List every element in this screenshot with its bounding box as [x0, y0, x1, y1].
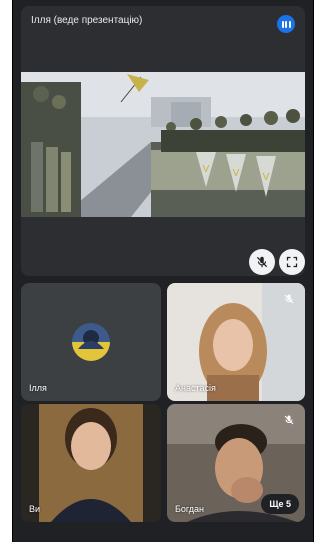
presentation-tile[interactable]: Ілля (веде презентацію) V V V	[21, 6, 305, 276]
participant-tile-anastasiia[interactable]: Анастасія	[167, 283, 305, 401]
participant-name: Ви	[29, 504, 41, 514]
presenter-name: Ілля (веде презентацію)	[31, 15, 143, 26]
mute-presenter-button[interactable]	[249, 249, 275, 275]
avatar	[72, 323, 110, 361]
shared-screen-image: V V V	[21, 72, 305, 217]
participant-video	[21, 404, 161, 522]
participant-name: Анастасія	[175, 383, 216, 393]
svg-text:V: V	[263, 172, 270, 183]
mic-off-icon	[256, 256, 268, 268]
meeting-grid: Ілля (веде презентацію) V V V Ілля Анаст…	[12, 0, 314, 542]
mic-off-icon	[281, 291, 297, 307]
svg-text:V: V	[233, 168, 240, 179]
fullscreen-icon	[286, 256, 298, 268]
mic-off-icon	[281, 412, 297, 428]
participant-name: Богдан	[175, 504, 205, 514]
participant-tile-bohdan[interactable]: Богдан Ще 5	[167, 404, 305, 522]
participant-name: Ілля	[29, 383, 47, 393]
participant-tile-you[interactable]: Ви	[21, 404, 161, 522]
more-participants-button[interactable]: Ще 5	[261, 494, 299, 514]
svg-text:V: V	[203, 164, 210, 175]
fullscreen-button[interactable]	[279, 249, 305, 275]
speaking-indicator-icon	[277, 15, 295, 33]
participant-tile-illia[interactable]: Ілля	[21, 283, 161, 401]
